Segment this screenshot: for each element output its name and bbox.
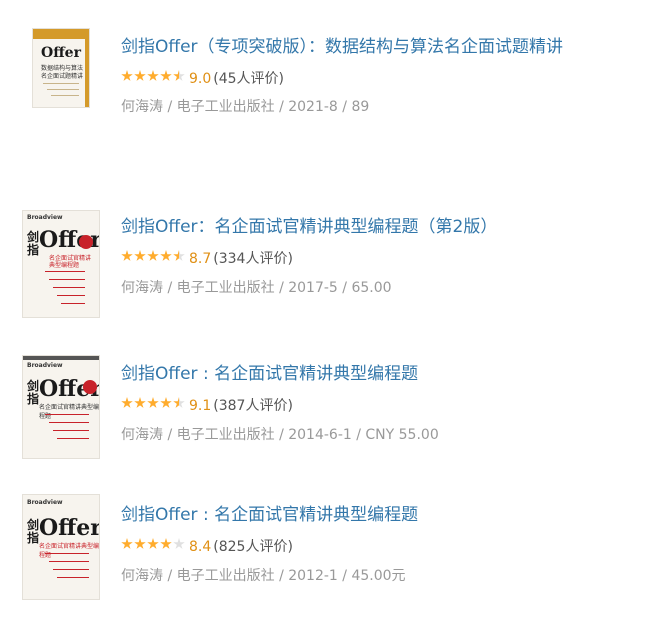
star-icon bbox=[121, 70, 133, 81]
book-cover-image[interactable]: Broadview 剑指 Offer 名企面试官精讲 典型编程题 bbox=[22, 210, 100, 318]
star-icon bbox=[134, 538, 146, 549]
book-meta: 何海涛 / 电子工业出版社 / 2012-1 / 45.00元 bbox=[121, 568, 406, 584]
rating-score: 8.7 bbox=[189, 251, 212, 267]
rating-stars bbox=[121, 70, 186, 86]
star-icon bbox=[160, 70, 172, 81]
book-cover-image[interactable]: Broadview 剑指 Offer 名企面试官精讲典型编程题 bbox=[22, 494, 100, 600]
star-icon bbox=[147, 538, 159, 549]
book-title-link[interactable]: 剑指Offer : 名企面试官精讲典型编程题 bbox=[121, 500, 418, 525]
book-rating: 9.1 (387人评价) bbox=[121, 395, 293, 415]
book-rating: 9.0 (45人评价) bbox=[121, 68, 284, 88]
star-icon bbox=[173, 70, 185, 81]
book-rating: 8.4 (825人评价) bbox=[121, 536, 293, 556]
star-icon bbox=[121, 250, 133, 261]
rating-stars bbox=[121, 538, 186, 554]
star-icon bbox=[160, 397, 172, 408]
star-icon bbox=[160, 250, 172, 261]
book-meta: 何海涛 / 电子工业出版社 / 2017-5 / 65.00 bbox=[121, 280, 392, 296]
star-icon bbox=[173, 538, 185, 549]
star-icon bbox=[121, 538, 133, 549]
rating-score: 8.4 bbox=[189, 539, 212, 555]
star-icon bbox=[134, 70, 146, 81]
book-cover-image[interactable]: Broadview 剑指 Offer 名企面试官精讲典型编程题 bbox=[22, 355, 100, 459]
book-title-link[interactable]: 剑指Offer：名企面试官精讲典型编程题（第2版） bbox=[121, 212, 497, 237]
star-icon bbox=[173, 250, 185, 261]
star-icon bbox=[147, 70, 159, 81]
rating-stars bbox=[121, 250, 186, 266]
rating-score: 9.1 bbox=[189, 398, 212, 414]
book-meta: 何海涛 / 电子工业出版社 / 2021-8 / 89 bbox=[121, 99, 370, 115]
book-rating: 8.7 (334人评价) bbox=[121, 248, 293, 268]
book-meta: 何海涛 / 电子工业出版社 / 2014-6-1 / CNY 55.00 bbox=[121, 427, 439, 443]
rating-stars bbox=[121, 397, 186, 413]
book-title-link[interactable]: 剑指Offer（专项突破版）：数据结构与算法名企面试题精讲 bbox=[121, 32, 563, 57]
book-cover-image[interactable]: Offer 数据结构与算法 名企面试题精讲 bbox=[32, 28, 90, 108]
rating-count[interactable]: (334人评价) bbox=[213, 251, 293, 267]
star-icon bbox=[134, 397, 146, 408]
rating-count[interactable]: (387人评价) bbox=[213, 398, 293, 414]
star-icon bbox=[160, 538, 172, 549]
rating-score: 9.0 bbox=[189, 71, 212, 87]
book-title-link[interactable]: 剑指Offer : 名企面试官精讲典型编程题 bbox=[121, 359, 418, 384]
star-icon bbox=[147, 250, 159, 261]
star-icon bbox=[147, 397, 159, 408]
rating-count[interactable]: (825人评价) bbox=[213, 539, 293, 555]
star-icon bbox=[121, 397, 133, 408]
rating-count[interactable]: (45人评价) bbox=[213, 71, 284, 87]
star-icon bbox=[134, 250, 146, 261]
star-icon bbox=[173, 397, 185, 408]
